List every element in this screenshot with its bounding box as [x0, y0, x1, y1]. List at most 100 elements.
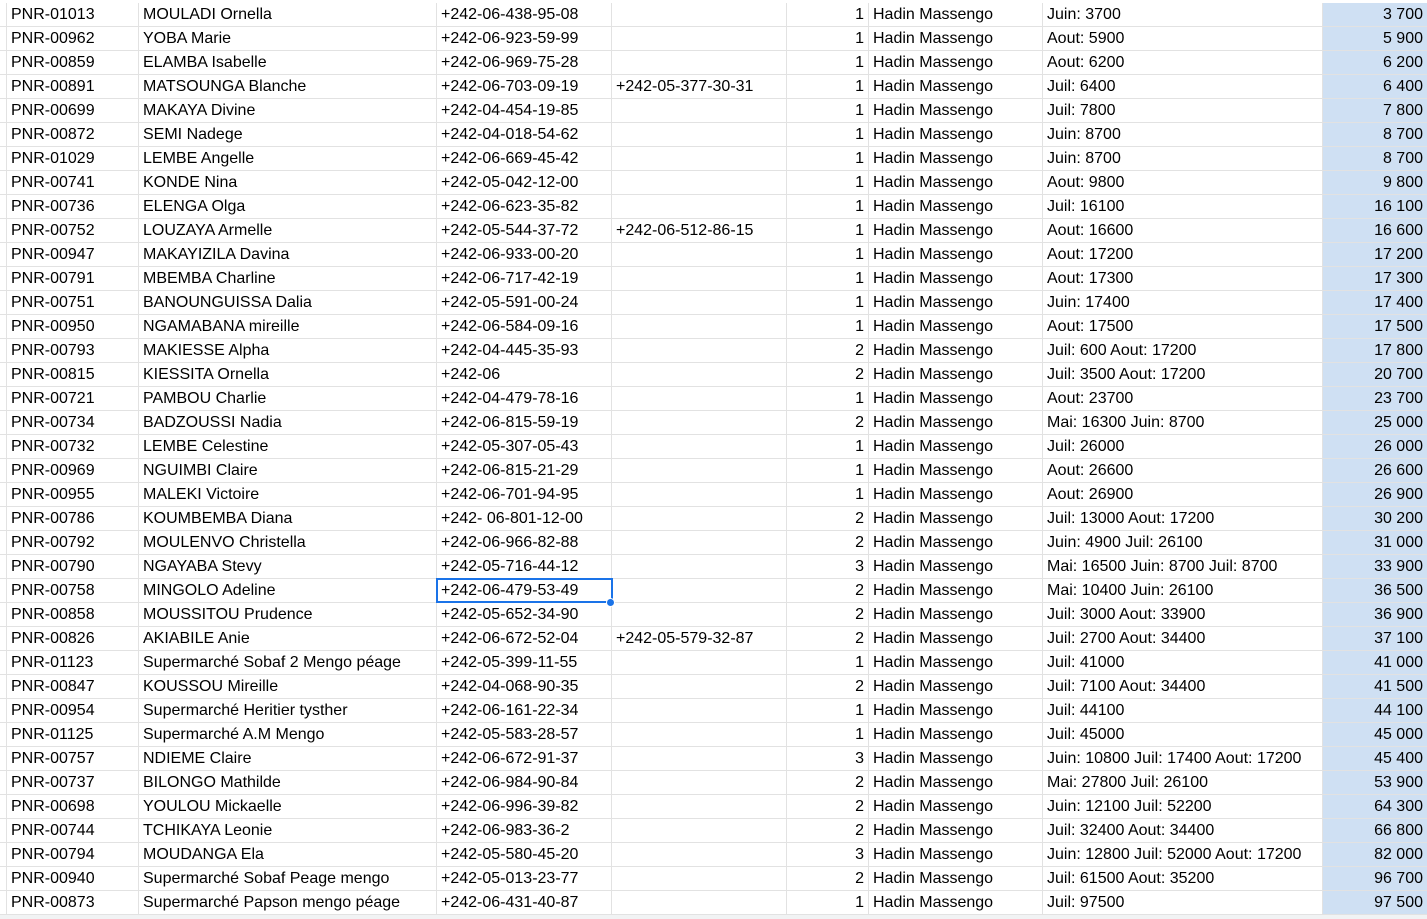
- count-cell[interactable]: 1: [787, 459, 869, 482]
- phone2-cell[interactable]: +242-05-377-30-31: [612, 75, 787, 98]
- phone-cell[interactable]: +242-06-672-91-37: [437, 747, 612, 770]
- name-cell[interactable]: MOULADI Ornella: [139, 3, 437, 26]
- row-edge-cell[interactable]: [0, 411, 7, 434]
- phone-cell[interactable]: +242-05-307-05-43: [437, 435, 612, 458]
- row-edge-cell[interactable]: [0, 459, 7, 482]
- phone-cell[interactable]: +242- 06-801-12-00: [437, 507, 612, 530]
- total-cell[interactable]: 36 900: [1323, 603, 1427, 626]
- count-cell[interactable]: 2: [787, 795, 869, 818]
- agent-cell[interactable]: Hadin Massengo: [869, 123, 1043, 146]
- phone-cell[interactable]: +242-06-996-39-82: [437, 795, 612, 818]
- count-cell[interactable]: 1: [787, 723, 869, 746]
- name-cell[interactable]: MAKAYA Divine: [139, 99, 437, 122]
- pnr-cell[interactable]: PNR-00758: [7, 579, 139, 602]
- row-edge-cell[interactable]: [0, 291, 7, 314]
- pnr-cell[interactable]: PNR-01123: [7, 651, 139, 674]
- name-cell[interactable]: ELAMBA Isabelle: [139, 51, 437, 74]
- count-cell[interactable]: 1: [787, 699, 869, 722]
- total-cell[interactable]: 82 000: [1323, 843, 1427, 866]
- name-cell[interactable]: PAMBOU Charlie: [139, 387, 437, 410]
- row-edge-cell[interactable]: [0, 603, 7, 626]
- count-cell[interactable]: 1: [787, 219, 869, 242]
- phone2-cell[interactable]: [612, 243, 787, 266]
- count-cell[interactable]: 1: [787, 243, 869, 266]
- total-cell[interactable]: 8 700: [1323, 147, 1427, 170]
- count-cell[interactable]: 3: [787, 843, 869, 866]
- phone2-cell[interactable]: [612, 843, 787, 866]
- total-cell[interactable]: 64 300: [1323, 795, 1427, 818]
- count-cell[interactable]: 1: [787, 483, 869, 506]
- months-cell[interactable]: Mai: 16300 Juin: 8700: [1043, 411, 1323, 434]
- phone2-cell[interactable]: [612, 147, 787, 170]
- phone2-cell[interactable]: [612, 51, 787, 74]
- phone-cell[interactable]: +242-05-580-45-20: [437, 843, 612, 866]
- pnr-cell[interactable]: PNR-00721: [7, 387, 139, 410]
- phone-cell[interactable]: +242-06-669-45-42: [437, 147, 612, 170]
- months-cell[interactable]: Juil: 45000: [1043, 723, 1323, 746]
- total-cell[interactable]: 5 900: [1323, 27, 1427, 50]
- total-cell[interactable]: 97 500: [1323, 891, 1427, 914]
- phone2-cell[interactable]: [612, 123, 787, 146]
- pnr-cell[interactable]: PNR-00699: [7, 99, 139, 122]
- row-edge-cell[interactable]: [0, 507, 7, 530]
- months-cell[interactable]: Juil: 7800: [1043, 99, 1323, 122]
- agent-cell[interactable]: Hadin Massengo: [869, 411, 1043, 434]
- name-cell[interactable]: ELENGA Olga: [139, 195, 437, 218]
- phone2-cell[interactable]: [612, 291, 787, 314]
- count-cell[interactable]: 2: [787, 675, 869, 698]
- phone2-cell[interactable]: [612, 387, 787, 410]
- row-edge-cell[interactable]: [0, 531, 7, 554]
- pnr-cell[interactable]: PNR-00947: [7, 243, 139, 266]
- months-cell[interactable]: Juin: 12100 Juil: 52200: [1043, 795, 1323, 818]
- row-edge-cell[interactable]: [0, 555, 7, 578]
- pnr-cell[interactable]: PNR-00737: [7, 771, 139, 794]
- total-cell[interactable]: 30 200: [1323, 507, 1427, 530]
- agent-cell[interactable]: Hadin Massengo: [869, 459, 1043, 482]
- phone-cell[interactable]: +242-06-983-36-2: [437, 819, 612, 842]
- agent-cell[interactable]: Hadin Massengo: [869, 819, 1043, 842]
- total-cell[interactable]: 36 500: [1323, 579, 1427, 602]
- phone2-cell[interactable]: [612, 3, 787, 26]
- pnr-cell[interactable]: PNR-01013: [7, 3, 139, 26]
- total-cell[interactable]: 26 000: [1323, 435, 1427, 458]
- agent-cell[interactable]: Hadin Massengo: [869, 363, 1043, 386]
- agent-cell[interactable]: Hadin Massengo: [869, 867, 1043, 890]
- months-cell[interactable]: Juil: 61500 Aout: 35200: [1043, 867, 1323, 890]
- phone-cell[interactable]: +242-06-584-09-16: [437, 315, 612, 338]
- name-cell[interactable]: LEMBE Angelle: [139, 147, 437, 170]
- phone2-cell[interactable]: [612, 867, 787, 890]
- count-cell[interactable]: 1: [787, 99, 869, 122]
- phone2-cell[interactable]: [612, 747, 787, 770]
- name-cell[interactable]: Supermarché Sobaf Peage mengo: [139, 867, 437, 890]
- agent-cell[interactable]: Hadin Massengo: [869, 675, 1043, 698]
- row-edge-cell[interactable]: [0, 219, 7, 242]
- count-cell[interactable]: 1: [787, 891, 869, 914]
- name-cell[interactable]: MOULENVO Christella: [139, 531, 437, 554]
- row-edge-cell[interactable]: [0, 675, 7, 698]
- pnr-cell[interactable]: PNR-00940: [7, 867, 139, 890]
- count-cell[interactable]: 2: [787, 819, 869, 842]
- phone2-cell[interactable]: [612, 819, 787, 842]
- total-cell[interactable]: 17 500: [1323, 315, 1427, 338]
- agent-cell[interactable]: Hadin Massengo: [869, 3, 1043, 26]
- total-cell[interactable]: 96 700: [1323, 867, 1427, 890]
- count-cell[interactable]: 2: [787, 771, 869, 794]
- phone2-cell[interactable]: [612, 339, 787, 362]
- phone2-cell[interactable]: [612, 675, 787, 698]
- pnr-cell[interactable]: PNR-01029: [7, 147, 139, 170]
- agent-cell[interactable]: Hadin Massengo: [869, 795, 1043, 818]
- row-edge-cell[interactable]: [0, 483, 7, 506]
- phone-cell[interactable]: +242-05-013-23-77: [437, 867, 612, 890]
- months-cell[interactable]: Juil: 32400 Aout: 34400: [1043, 819, 1323, 842]
- row-edge-cell[interactable]: [0, 27, 7, 50]
- months-cell[interactable]: Aout: 17200: [1043, 243, 1323, 266]
- count-cell[interactable]: 3: [787, 747, 869, 770]
- months-cell[interactable]: Mai: 27800 Juil: 26100: [1043, 771, 1323, 794]
- phone2-cell[interactable]: [612, 723, 787, 746]
- months-cell[interactable]: Aout: 9800: [1043, 171, 1323, 194]
- name-cell[interactable]: KOUMBEMBA Diana: [139, 507, 437, 530]
- name-cell[interactable]: BANOUNGUISSA Dalia: [139, 291, 437, 314]
- row-edge-cell[interactable]: [0, 339, 7, 362]
- agent-cell[interactable]: Hadin Massengo: [869, 243, 1043, 266]
- agent-cell[interactable]: Hadin Massengo: [869, 171, 1043, 194]
